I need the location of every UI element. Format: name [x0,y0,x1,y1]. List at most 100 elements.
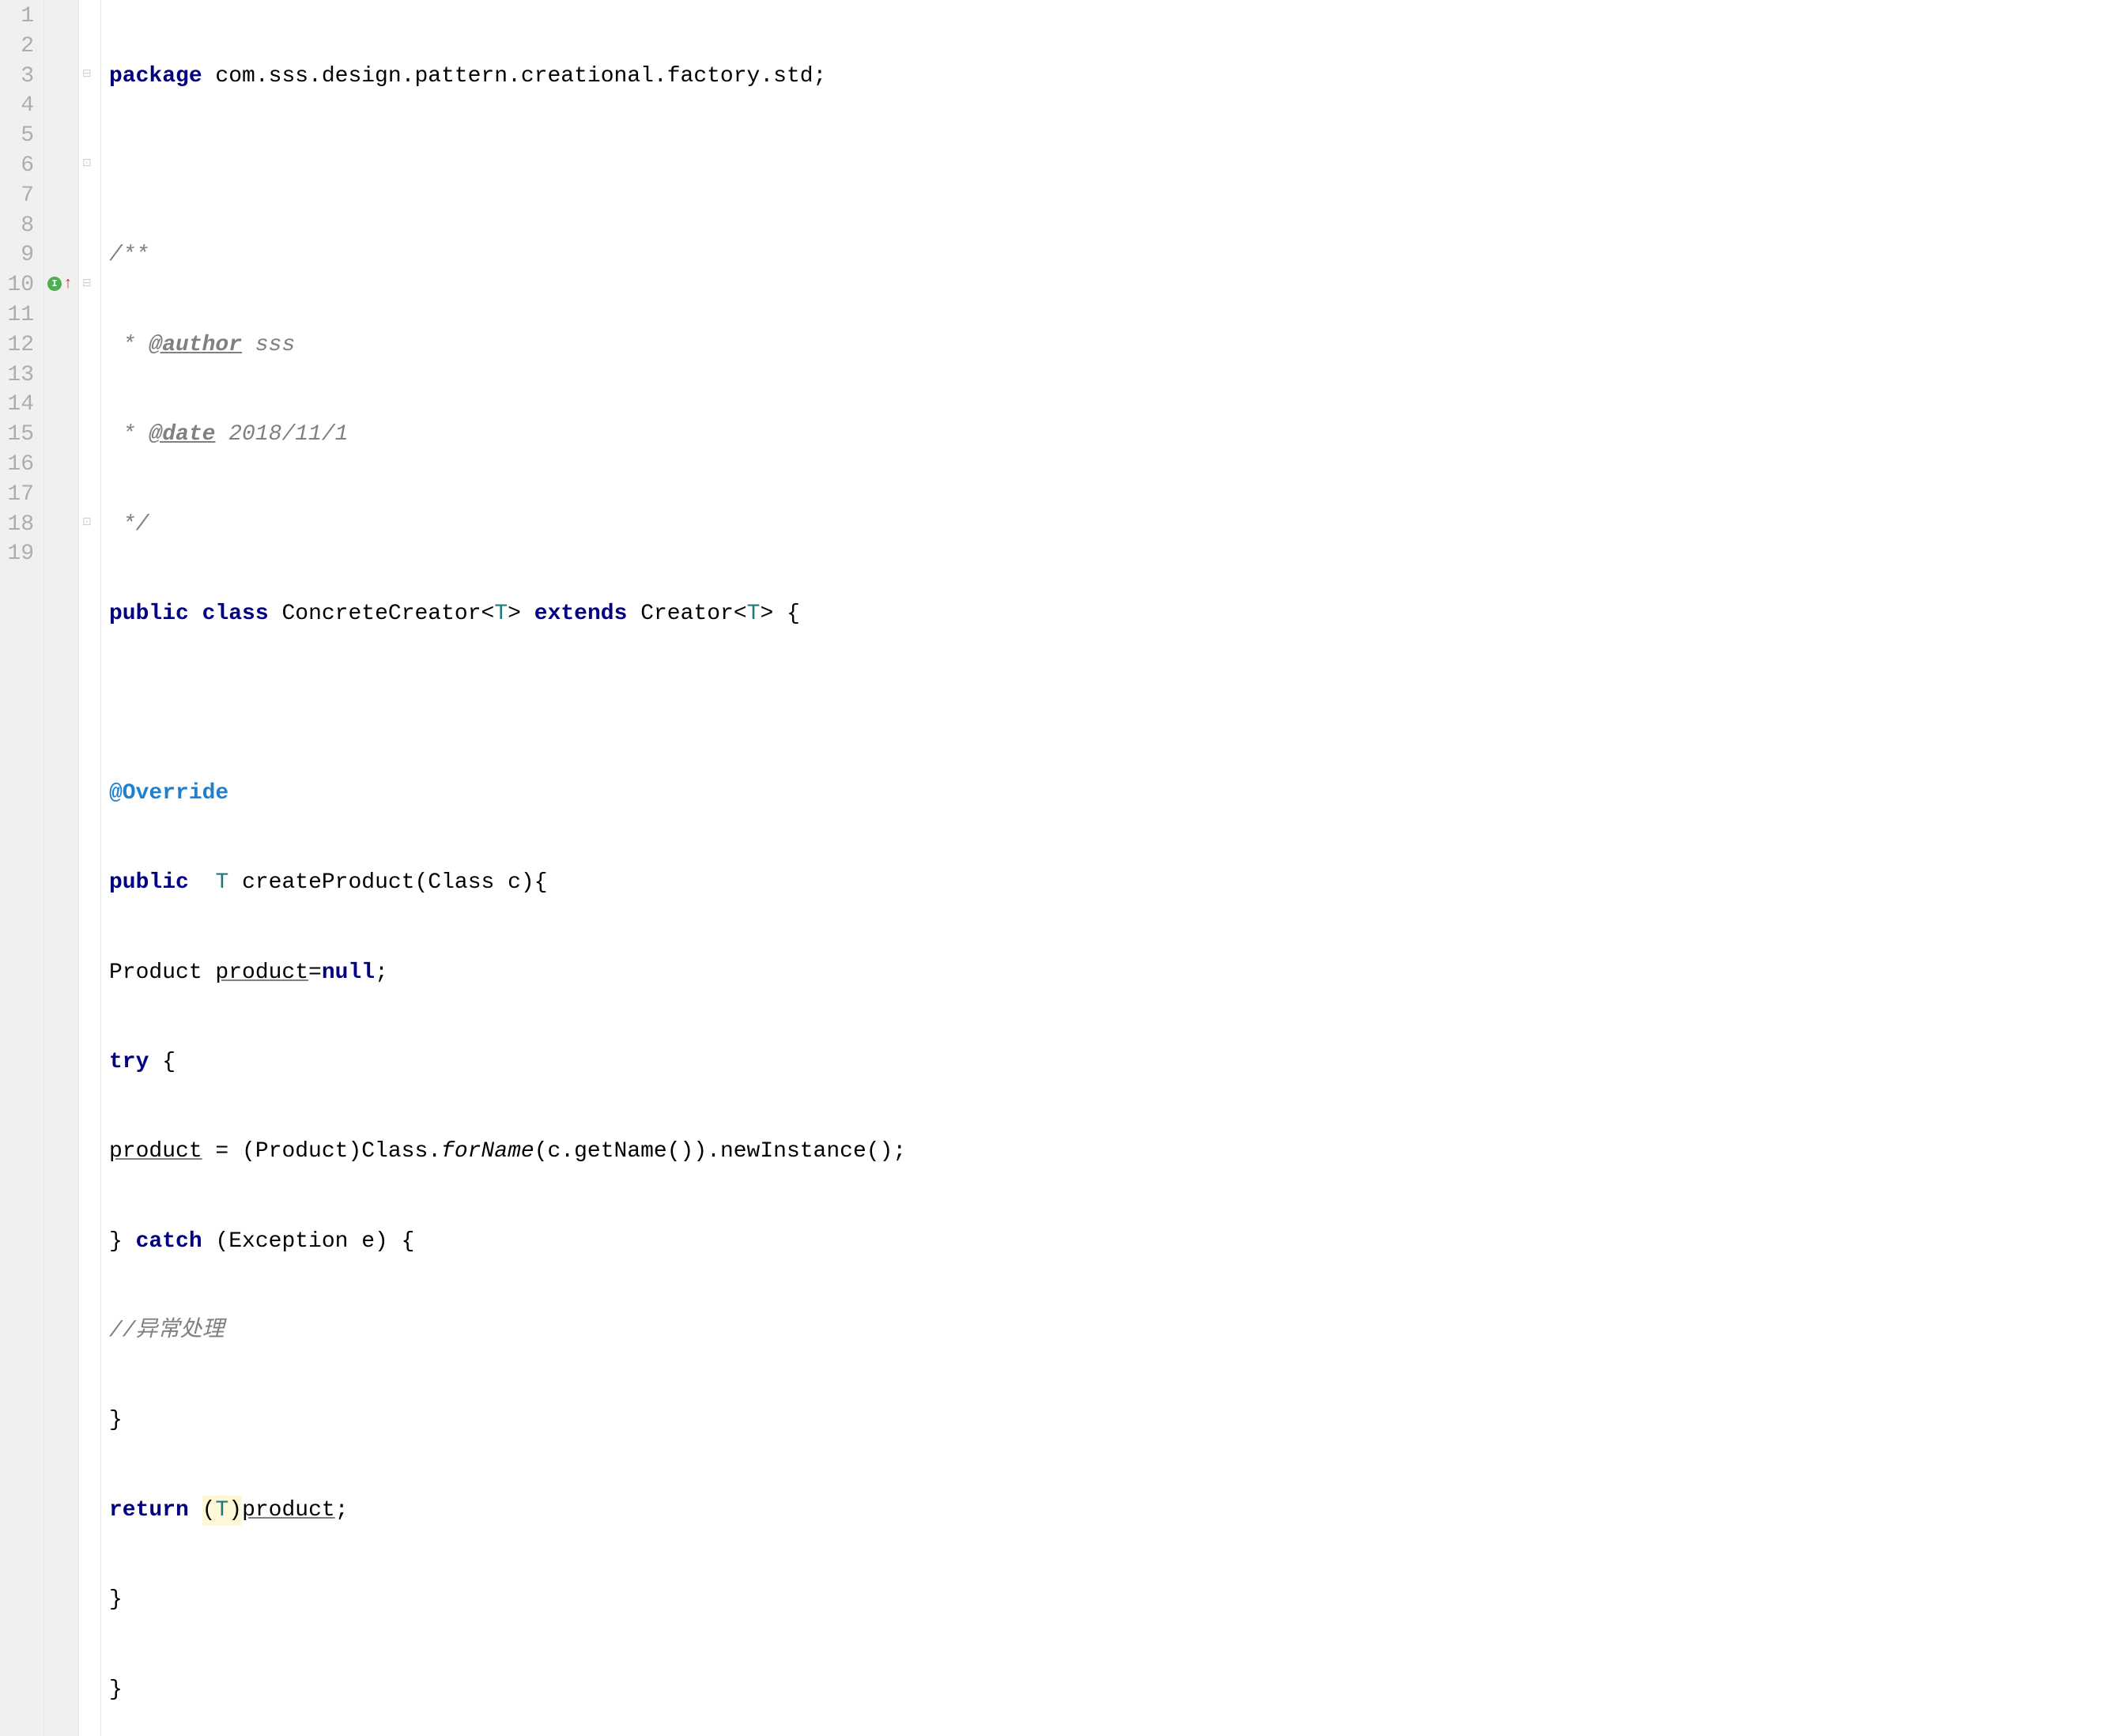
type-param: T [215,1496,228,1526]
code-line[interactable]: } [109,1406,2114,1436]
code-editor-content[interactable]: package com.sss.design.pattern.creationa… [101,0,2114,1736]
brace: } [109,1406,123,1436]
space [228,868,242,898]
code-line[interactable]: public T createProduct(Class c){ [109,868,2114,898]
keyword-catch: catch [136,1227,202,1257]
line-number: 18 [0,510,37,540]
space [627,599,640,629]
line-number: 12 [0,330,37,360]
variable-name: product [109,1137,202,1167]
catch-args: (Exception e) { [202,1227,415,1257]
keyword-package: package [109,62,202,92]
code-line[interactable]: product = (Product)Class.forName(c.getNa… [109,1137,2114,1167]
code-line[interactable]: } [109,1675,2114,1705]
equals: = [308,958,322,988]
space [189,1496,202,1526]
code-line[interactable] [109,151,2114,181]
method-args: (Class c){ [415,868,548,898]
javadoc-star: * [109,330,149,360]
code-line[interactable]: */ [109,510,2114,540]
code-line[interactable]: * @date 2018/11/1 [109,420,2114,450]
line-number: 7 [0,181,37,211]
cast-open: ( [202,1496,216,1526]
package-name: com.sss.design.pattern.creational.factor… [202,62,827,92]
line-number: 2 [0,32,37,62]
angle-bracket: < [481,599,495,629]
line-number: 1 [0,2,37,32]
line-number: 9 [0,240,37,270]
type-param: T [747,599,761,629]
keyword-class: class [202,599,269,629]
line-number: 5 [0,121,37,151]
fold-end-icon[interactable]: ⊡ [82,508,92,538]
keyword-extends: extends [534,599,628,629]
line-comment: //异常处理 [109,1316,225,1346]
variable-name: product [215,958,308,988]
space [521,599,534,629]
override-marker-icon[interactable]: I ↑ [47,269,73,299]
code-line[interactable]: try { [109,1047,2114,1077]
keyword-return: return [109,1496,189,1526]
code-line[interactable]: package com.sss.design.pattern.creationa… [109,62,2114,92]
javadoc-tag-author: @author [149,330,242,360]
javadoc-start: /** [109,240,149,270]
line-number: 8 [0,211,37,241]
code-line[interactable]: } [109,1585,2114,1615]
code-line[interactable]: @Override [109,779,2114,809]
annotation-override: @Override [109,779,228,809]
marker-gutter: I ↑ [44,0,79,1736]
line-number: 10 [0,270,37,300]
javadoc-text: 2018/11/1 [215,420,348,450]
static-method: forName [441,1137,534,1167]
code-line[interactable]: * @author sss [109,330,2114,360]
variable-name: product [242,1496,335,1526]
code-line[interactable]: return (T)product; [109,1496,2114,1526]
fold-end-icon[interactable]: ⊡ [82,149,92,179]
implements-icon: I [47,277,62,291]
space [189,868,216,898]
up-arrow-icon: ↑ [63,274,73,295]
code-line[interactable]: /** [109,240,2114,270]
return-type: T [215,868,228,898]
angle-bracket: > [760,599,773,629]
space [189,599,202,629]
keyword-null: null [322,958,375,988]
method-name: createProduct [242,868,414,898]
line-number: 16 [0,450,37,480]
brace: } [109,1675,123,1705]
semicolon: ; [335,1496,349,1526]
brace: { [773,599,800,629]
line-number: 14 [0,390,37,420]
superclass-name: Creator [640,599,734,629]
javadoc-text: sss [242,330,295,360]
fold-toggle-icon[interactable]: ⊟ [82,60,92,90]
code-line[interactable] [109,689,2114,719]
line-number: 6 [0,151,37,181]
code-line[interactable]: Product product=null; [109,958,2114,988]
line-number: 3 [0,62,37,92]
javadoc-end: */ [109,510,149,540]
javadoc-star: * [109,420,149,450]
call-chain: (c.getName()).newInstance(); [534,1137,906,1167]
code-line[interactable]: public class ConcreteCreator<T> extends … [109,599,2114,629]
cast-close: ) [228,1496,242,1526]
semicolon: ; [375,958,388,988]
fold-gutter: ⊟ ⊡ ⊟ ⊡ [79,0,101,1736]
keyword-try: try [109,1047,149,1077]
line-number: 11 [0,300,37,330]
space [269,599,282,629]
javadoc-tag-date: @date [149,420,215,450]
code-line[interactable]: } catch (Exception e) { [109,1227,2114,1257]
brace: { [149,1047,176,1077]
code-line[interactable]: //异常处理 [109,1316,2114,1346]
line-number: 17 [0,480,37,510]
brace: } [109,1227,136,1257]
fold-toggle-icon[interactable]: ⊟ [82,269,92,299]
type-param: T [494,599,508,629]
assignment: = (Product)Class. [202,1137,441,1167]
line-number: 4 [0,91,37,121]
brace: } [109,1585,123,1615]
angle-bracket: > [508,599,521,629]
class-name: ConcreteCreator [281,599,481,629]
line-number: 13 [0,360,37,391]
